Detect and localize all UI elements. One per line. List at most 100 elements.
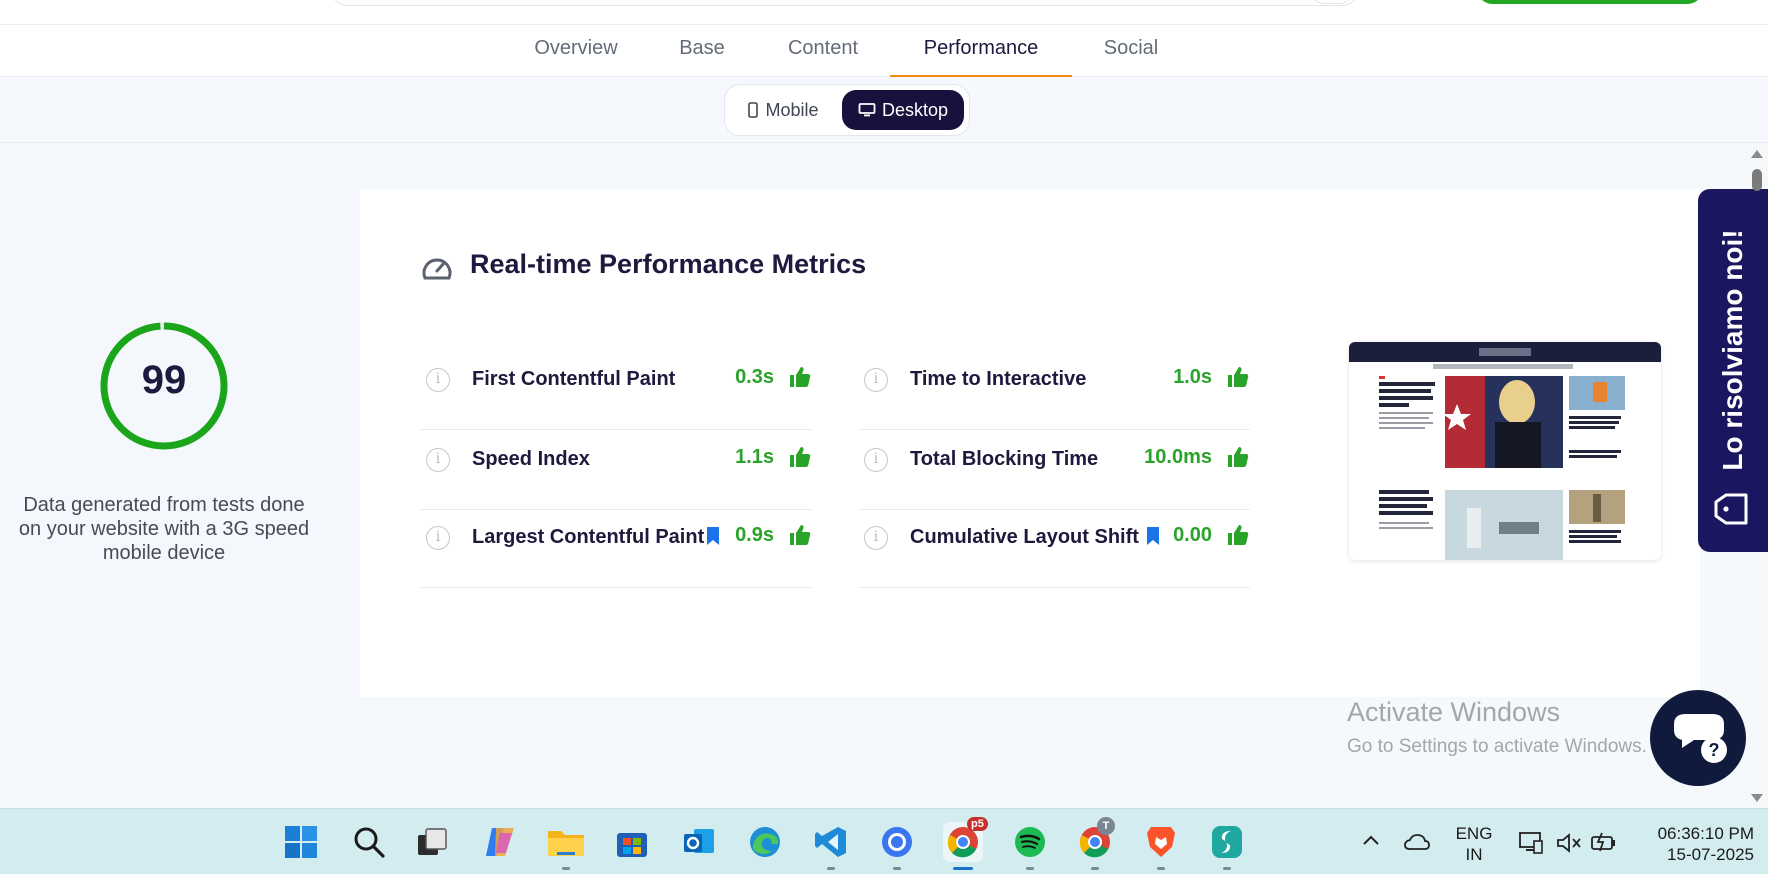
profile-badge: T — [1097, 817, 1115, 835]
score-value: 99 — [141, 358, 187, 402]
thumbs-up-icon — [790, 367, 811, 387]
chat-help-button[interactable]: ? — [1650, 690, 1746, 786]
chevron-up-icon[interactable] — [1362, 834, 1380, 846]
tab-overview[interactable]: Overview — [520, 37, 632, 78]
device-toggle-bar: Mobile Desktop — [0, 77, 1768, 143]
desktop-icon — [858, 103, 876, 117]
metrics-title: Real-time Performance Metrics — [470, 249, 867, 279]
tab-social[interactable]: Social — [1092, 37, 1170, 78]
metric-value: 10.0ms — [1144, 446, 1212, 468]
chat-help-icon: ? — [1674, 714, 1727, 763]
metric-value: 1.1s — [735, 446, 774, 468]
running-indicator — [893, 867, 901, 870]
info-icon[interactable]: i — [426, 526, 450, 550]
info-icon[interactable]: i — [426, 448, 450, 472]
device-toggle: Mobile Desktop — [724, 84, 970, 136]
metric-largest-contentful-paint: i Largest Contentful Paint 0.9s — [420, 510, 812, 588]
info-icon[interactable]: i — [864, 448, 888, 472]
mobile-label: Mobile — [765, 99, 819, 120]
surfshark-icon[interactable] — [1207, 822, 1247, 870]
metric-label: Total Blocking Time — [910, 448, 1099, 470]
file-explorer-icon[interactable] — [546, 822, 586, 870]
metric-label: Time to Interactive — [910, 368, 1087, 390]
side-banner-text[interactable]: Lo risolviamo noi! — [1717, 229, 1749, 470]
clock-date: 15-07-2025 — [1667, 845, 1754, 864]
clock[interactable]: 06:36:10 PM 15-07-2025 — [1636, 823, 1754, 865]
chrome-profile-badge: p5 — [967, 817, 988, 831]
mobile-toggle-button[interactable]: Mobile — [735, 90, 831, 130]
running-indicator — [953, 867, 973, 870]
search-bar[interactable] — [330, 0, 1360, 6]
metric-value: 0.9s — [735, 524, 774, 546]
running-indicator — [562, 867, 570, 870]
thumbs-up-icon — [1228, 447, 1249, 467]
windows-taskbar: p5 T ENG IN 06:36:10 PM 15-07-2025 — [0, 808, 1768, 874]
bookmark-icon — [707, 527, 719, 545]
language-indicator[interactable]: ENG IN — [1452, 823, 1496, 865]
speedometer-icon — [422, 258, 452, 280]
tab-content[interactable]: Content — [774, 37, 872, 78]
tag-icon — [1714, 493, 1748, 525]
network-icon[interactable] — [1518, 831, 1544, 855]
info-icon[interactable]: i — [864, 526, 888, 550]
tab-bar: Overview Base Content Performance Social — [0, 24, 1768, 78]
tab-base[interactable]: Base — [664, 37, 740, 78]
bookmark-icon — [1147, 527, 1159, 545]
mobile-icon — [748, 102, 759, 118]
metric-total-blocking-time: i Total Blocking Time 10.0ms — [858, 432, 1250, 510]
search-icon[interactable] — [349, 822, 389, 862]
running-indicator — [1026, 867, 1034, 870]
metric-value: 1.0s — [1173, 366, 1212, 388]
website-preview-screenshot — [1349, 342, 1661, 560]
language-code: ENG — [1455, 824, 1493, 843]
task-view-icon[interactable] — [412, 822, 452, 862]
running-indicator — [1223, 867, 1231, 870]
metric-cumulative-layout-shift: i Cumulative Layout Shift 0.00 — [858, 510, 1250, 588]
action-button[interactable] — [1476, 0, 1704, 4]
metric-time-to-interactive: i Time to Interactive 1.0s — [858, 352, 1250, 430]
signal-icon[interactable] — [877, 822, 917, 870]
metric-label: Speed Index — [472, 448, 590, 470]
clock-time: 06:36:10 PM — [1657, 824, 1754, 843]
volume-muted-icon[interactable] — [1556, 833, 1582, 853]
scrollbar-thumb[interactable] — [1752, 169, 1762, 191]
battery-charging-icon[interactable] — [1590, 831, 1618, 853]
thumbs-up-icon — [1228, 525, 1249, 545]
metric-value: 0.00 — [1173, 524, 1212, 546]
metric-label: First Contentful Paint — [472, 368, 676, 390]
metric-speed-index: i Speed Index 1.1s — [420, 432, 812, 510]
vscode-icon[interactable] — [811, 822, 851, 870]
desktop-label: Desktop — [881, 99, 949, 120]
activate-windows-title: Activate Windows — [1347, 697, 1561, 727]
edge-icon[interactable] — [745, 822, 785, 862]
thumbs-up-icon — [790, 525, 811, 545]
scroll-up-arrow[interactable] — [1750, 148, 1764, 160]
thumbs-up-icon — [790, 447, 811, 467]
onedrive-cloud-icon[interactable] — [1404, 833, 1430, 851]
chrome-icon[interactable]: p5 — [943, 817, 988, 870]
running-indicator — [1157, 867, 1165, 870]
tab-performance[interactable]: Performance — [890, 37, 1072, 78]
metric-value: 0.3s — [735, 366, 774, 388]
top-strip — [0, 0, 1768, 24]
brave-icon[interactable] — [1141, 822, 1181, 870]
metric-first-contentful-paint: i First Contentful Paint 0.3s — [420, 352, 812, 430]
chrome-profile-icon[interactable]: T — [1075, 817, 1115, 870]
chat-help-symbol: ? — [1709, 740, 1720, 760]
microsoft-store-icon[interactable] — [612, 822, 652, 862]
region-code: IN — [1465, 845, 1483, 864]
score-note: Data generated from tests done on your w… — [18, 494, 310, 564]
metric-label: Largest Contentful Paint — [472, 526, 705, 548]
running-indicator — [1091, 867, 1099, 870]
scroll-down-arrow[interactable] — [1750, 792, 1764, 804]
copilot-icon[interactable] — [480, 822, 520, 862]
thumbs-up-icon — [1228, 367, 1249, 387]
desktop-toggle-button[interactable]: Desktop — [842, 90, 964, 130]
spotify-icon[interactable] — [1010, 822, 1050, 870]
outlook-icon[interactable] — [679, 822, 719, 862]
windows-start-icon[interactable] — [281, 822, 321, 862]
info-icon[interactable]: i — [426, 368, 450, 392]
activate-windows-subtitle: Go to Settings to activate Windows. — [1347, 736, 1647, 757]
info-icon[interactable]: i — [864, 368, 888, 392]
running-indicator — [827, 867, 835, 870]
